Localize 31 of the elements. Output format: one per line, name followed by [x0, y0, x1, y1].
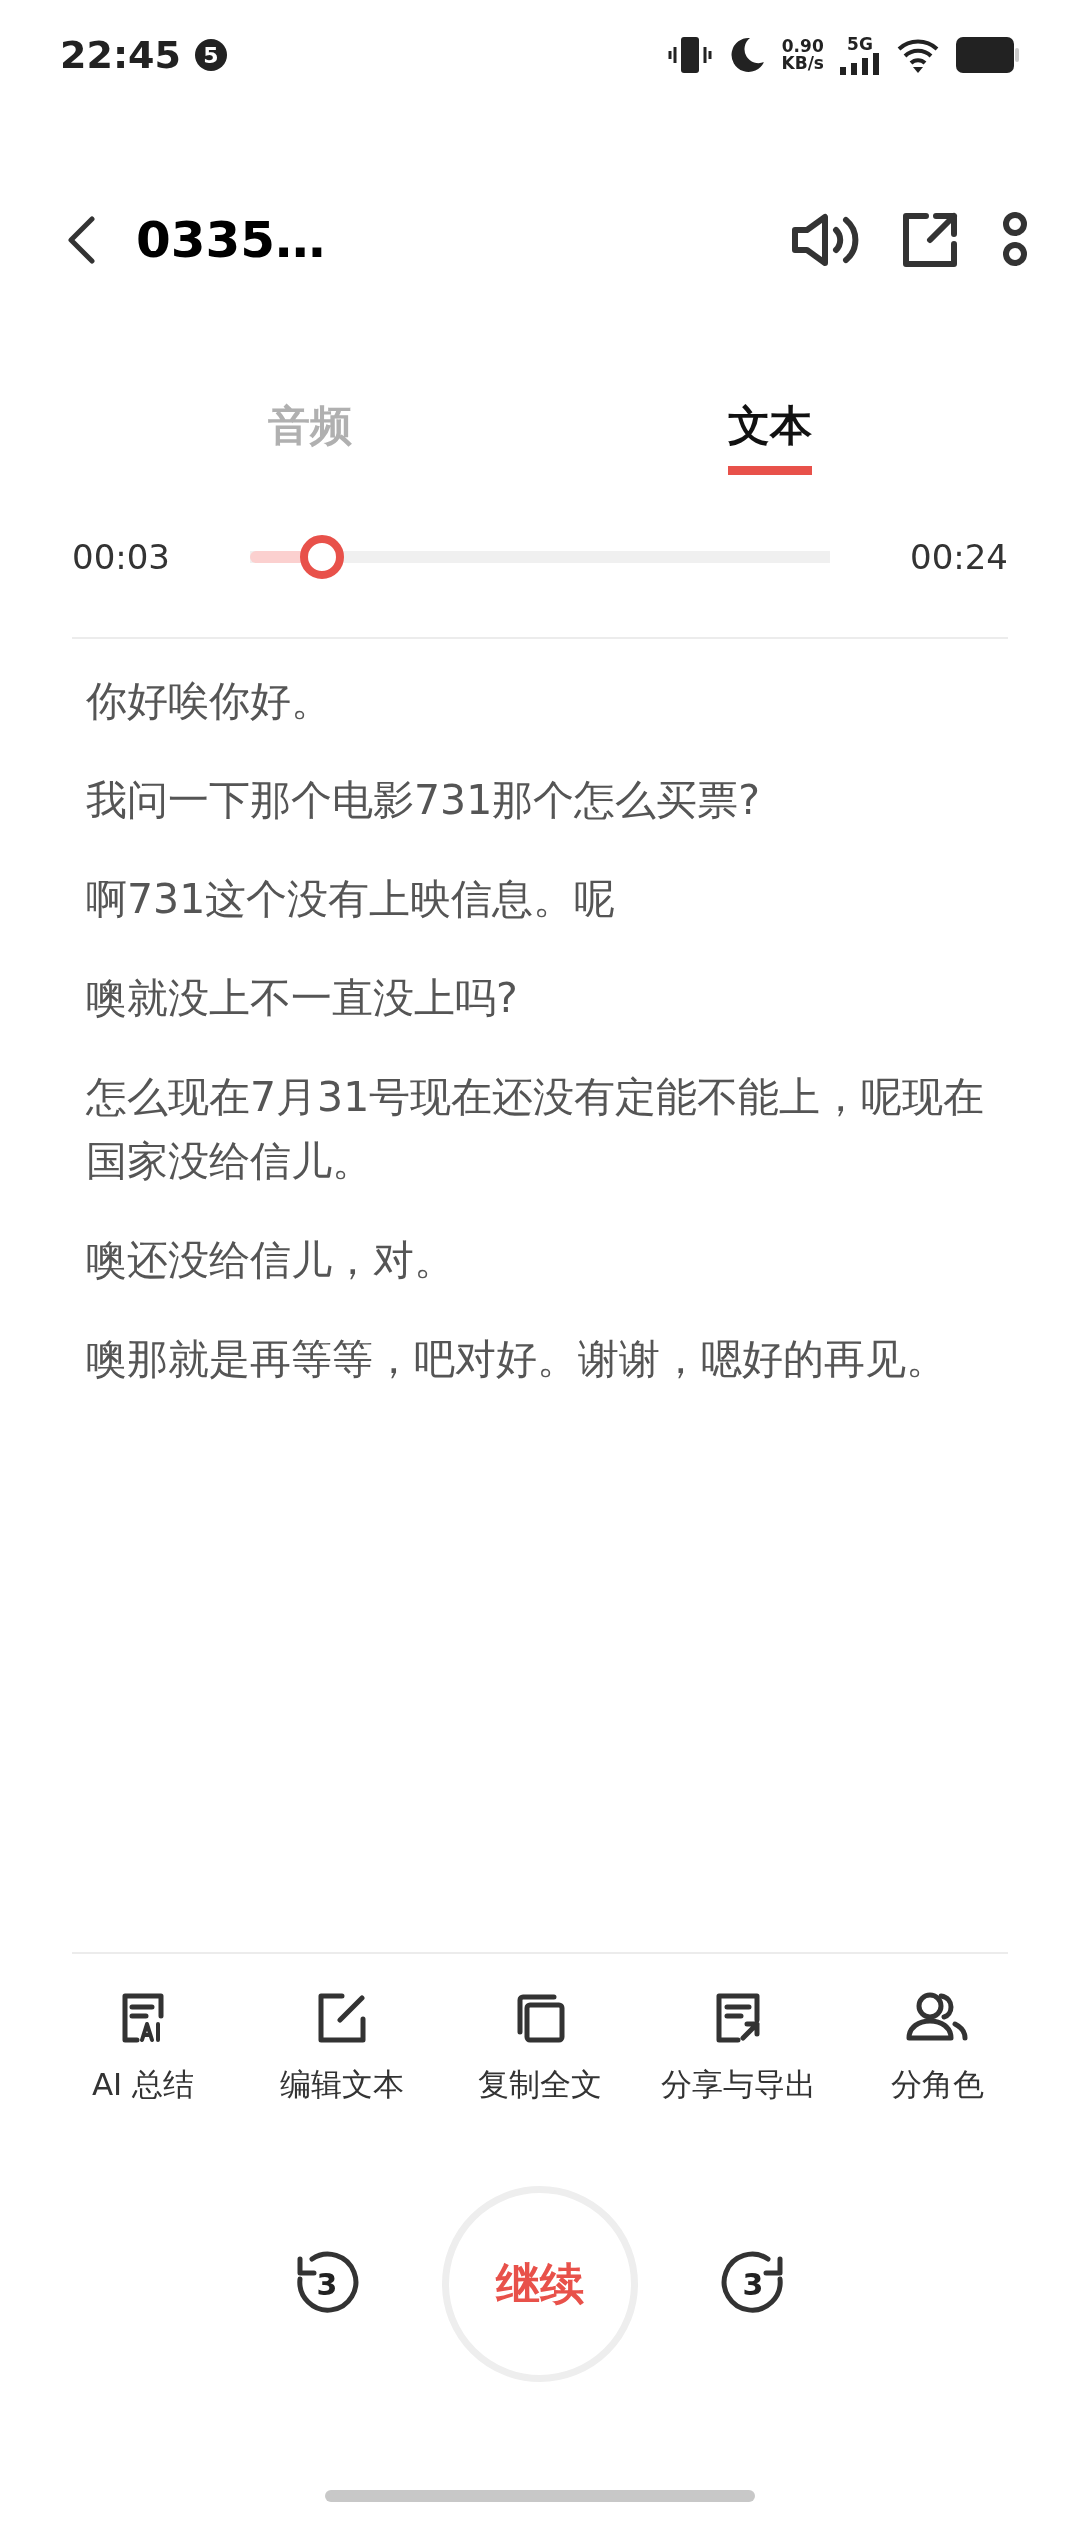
tab[interactable]: 文本 [728, 390, 812, 475]
notification-badge: 5 [194, 39, 227, 71]
forward-button[interactable]: 3 [718, 2249, 788, 2319]
signal-icon [840, 52, 880, 75]
elapsed-time: 00:03 [72, 537, 170, 577]
tool-button[interactable]: 分享与导出 [643, 1990, 834, 2106]
clock: 22:45 [60, 33, 181, 77]
transcript-line: 噢就没上不一直没上吗? [86, 973, 519, 1024]
speed-unit: KB/s [781, 55, 824, 72]
transcript-line: 怎么现在7月31号现在还没有定能不能上，呢现在国家没给信儿。 [86, 1072, 986, 1187]
tool-button[interactable]: 复制全文 [445, 1990, 635, 2106]
rewind-button[interactable]: 3 [292, 2249, 362, 2319]
progress-thumb[interactable] [300, 535, 345, 579]
network-speed: 0.90 [781, 38, 824, 55]
transcript-line: 啊731这个没有上映信息。呢 [86, 874, 617, 925]
total-duration: 00:24 [910, 537, 1008, 577]
transcript-line: 噢还没给信儿，对。 [86, 1235, 456, 1286]
transcript-line: 你好唉你好。 [86, 676, 333, 727]
battery-icon [956, 37, 1020, 73]
speaker-button[interactable] [790, 212, 860, 268]
transcript-line: 噢那就是再等等，吧对好。谢谢，嗯好的再见。 [86, 1334, 948, 1385]
tool-button[interactable]: 分角色 [842, 1990, 1032, 2106]
tool-button[interactable]: 编辑文本 [246, 1990, 437, 2106]
continue-button[interactable]: 继续 [442, 2186, 638, 2382]
transcript-line: 我问一下那个电影731那个怎么买票? [86, 775, 762, 826]
back-button[interactable] [66, 215, 96, 265]
share-button[interactable] [900, 210, 960, 270]
recording-title: 0335… [136, 211, 327, 269]
tool-button[interactable]: AI 总结 [48, 1990, 238, 2106]
network-type: 5G [847, 35, 873, 53]
vibrate-icon [667, 35, 712, 75]
